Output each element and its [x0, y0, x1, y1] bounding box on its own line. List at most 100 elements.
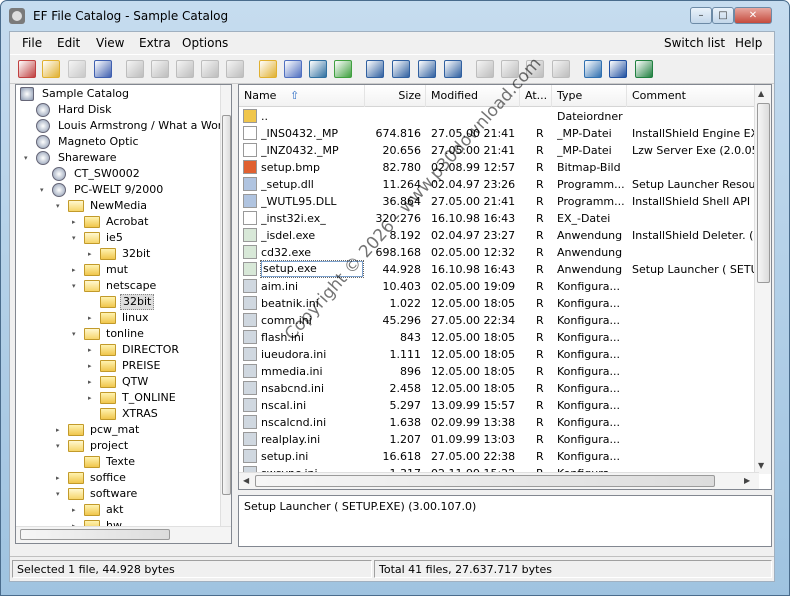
file-row[interactable]: setup.exe 44.928 16.10.98 16:43 R Anwendung S…	[239, 260, 759, 278]
properties-icon[interactable]	[584, 60, 602, 78]
list-horizontal-scrollbar[interactable]: ◀ ▶	[239, 472, 759, 489]
expand-toggle-icon[interactable]: ▸	[56, 475, 63, 482]
tree-node[interactable]: ▸ soffice	[16, 470, 221, 486]
file-row[interactable]: iueudora.ini 1.111 12.05.00 18:05 R Konfigur…	[239, 346, 759, 363]
title-bar[interactable]: EF File Catalog - Sample Catalog – □ ✕	[1, 1, 789, 31]
folder-tree[interactable]: ▸hw▸akt▾software▸sofficeTexte▾project▸pc…	[15, 84, 232, 544]
tree-horizontal-scrollbar[interactable]	[16, 526, 231, 543]
column-header-0[interactable]: Name ⇧	[239, 85, 365, 107]
tree-node[interactable]: ▸ QTW	[16, 374, 221, 390]
minimize-button[interactable]: –	[690, 7, 712, 24]
expand-toggle-icon[interactable]: ▸	[88, 379, 95, 386]
column-header-2[interactable]: Modified	[426, 85, 520, 107]
column-header-5[interactable]: Comment	[627, 85, 759, 107]
menu-edit[interactable]: Edit	[57, 36, 80, 50]
menu-extra[interactable]: Extra	[139, 36, 171, 50]
file-row[interactable]: _inst32i.ex_ 320.276 16.10.98 16:43 R EX_-Da…	[239, 210, 759, 227]
file-row[interactable]: cd32.exe 698.168 02.05.00 12:32 R Anwendung	[239, 244, 759, 261]
new-catalog-icon[interactable]	[18, 60, 36, 78]
scroll-up-arrow[interactable]: ▲	[758, 89, 764, 98]
tree-node[interactable]: ▸ mut	[16, 262, 221, 278]
column-header-3[interactable]: At...	[520, 85, 552, 107]
tree-node[interactable]: ▸ DIRECTOR	[16, 342, 221, 358]
save-icon[interactable]	[68, 60, 86, 78]
tree-node[interactable]: Louis Armstrong / What a Wonde	[16, 118, 231, 134]
export-icon[interactable]	[609, 60, 627, 78]
add-disk-icon[interactable]	[126, 60, 144, 78]
tree-node[interactable]: ▸ Acrobat	[16, 214, 221, 230]
report-icon[interactable]	[418, 60, 436, 78]
open-icon[interactable]	[42, 60, 60, 78]
tree-node[interactable]: ▾ NewMedia	[16, 198, 221, 214]
edit-disk-icon[interactable]	[151, 60, 169, 78]
column-header-1[interactable]: Size	[365, 85, 426, 107]
file-row[interactable]: mmedia.ini 896 12.05.00 18:05 R Konfigura...	[239, 363, 759, 380]
expand-toggle-icon[interactable]: ▸	[72, 267, 79, 274]
copy-icon[interactable]	[526, 60, 544, 78]
file-row[interactable]: _INS0432._MP 674.816 27.05.00 21:41 R _MP-Da…	[239, 125, 759, 142]
tree-node[interactable]: 32bit	[16, 294, 221, 310]
list-vertical-scrollbar[interactable]: ▲ ▼	[754, 85, 771, 474]
scroll-right-arrow[interactable]: ▶	[744, 476, 750, 485]
file-row[interactable]: realplay.ini 1.207 01.09.99 13:03 R Konfigur…	[239, 431, 759, 448]
collapse-toggle-icon[interactable]: ▾	[72, 331, 79, 338]
file-row[interactable]: nscalcnd.ini 1.638 02.09.99 13:38 R Konfigur…	[239, 414, 759, 431]
menu-help[interactable]: Help	[735, 36, 762, 50]
file-row[interactable]: _isdel.exe 8.192 02.04.97 23:27 R Anwendung I…	[239, 227, 759, 244]
tree-node[interactable]: ▸ akt	[16, 502, 221, 518]
tree-node[interactable]: Hard Disk	[16, 102, 221, 118]
tree-vertical-scrollbar[interactable]	[220, 85, 231, 526]
tree-node[interactable]: ▸ linux	[16, 310, 221, 326]
expand-toggle-icon[interactable]: ▸	[88, 315, 95, 322]
tree-node[interactable]: ▸ pcw_mat	[16, 422, 221, 438]
collapse-toggle-icon[interactable]: ▾	[56, 203, 63, 210]
remove-icon[interactable]	[201, 60, 219, 78]
tree-node[interactable]: CT_SW0002	[16, 166, 221, 182]
print-icon[interactable]	[635, 60, 653, 78]
close-button[interactable]: ✕	[734, 7, 772, 24]
expand-toggle-icon[interactable]: ▸	[56, 427, 63, 434]
expand-toggle-icon[interactable]: ▸	[72, 507, 79, 514]
tree-node[interactable]: ▸ 32bit	[16, 246, 221, 262]
collapse-toggle-icon[interactable]: ▾	[56, 491, 63, 498]
file-row[interactable]: nsabcnd.ini 2.458 12.05.00 18:05 R Konfigura…	[239, 380, 759, 397]
file-row[interactable]: _setup.dll 11.264 02.04.97 23:26 R Programm.…	[239, 176, 759, 193]
paste-icon[interactable]	[552, 60, 570, 78]
edit-comment-icon[interactable]	[309, 60, 327, 78]
list-hscroll-thumb[interactable]	[255, 475, 715, 487]
folder-props-icon[interactable]	[284, 60, 302, 78]
file-row[interactable]: flash.ini 843 12.05.00 18:05 R Konfigura...	[239, 329, 759, 346]
expand-toggle-icon[interactable]: ▸	[88, 363, 95, 370]
file-row[interactable]: .. Dateiordner	[239, 108, 759, 125]
menu-switch-list[interactable]: Switch list	[664, 36, 725, 50]
collapse-toggle-icon[interactable]: ▾	[72, 235, 79, 242]
tree-node[interactable]: ▾ netscape	[16, 278, 221, 294]
file-row[interactable]: aim.ini 10.403 02.05.00 19:09 R Konfigura...	[239, 278, 759, 295]
column-header-4[interactable]: Type	[552, 85, 627, 107]
maximize-button[interactable]: □	[712, 7, 734, 24]
tree-node[interactable]: ▾ tonline	[16, 326, 221, 342]
collapse-toggle-icon[interactable]: ▾	[40, 187, 47, 194]
view-icon[interactable]	[392, 60, 410, 78]
expand-toggle-icon[interactable]: ▸	[88, 395, 95, 402]
scroll-left-arrow[interactable]: ◀	[243, 476, 249, 485]
new-folder-icon[interactable]	[259, 60, 277, 78]
copy-list-icon[interactable]	[444, 60, 462, 78]
file-row[interactable]: comm.ini 45.296 27.05.00 22:34 R Konfigura..…	[239, 312, 759, 329]
undo-icon[interactable]	[476, 60, 494, 78]
tree-node[interactable]: ▸ PREISE	[16, 358, 221, 374]
tree-hscroll-thumb[interactable]	[20, 529, 170, 540]
tree-node[interactable]: Sample Catalog	[16, 86, 221, 102]
rename-icon[interactable]	[226, 60, 244, 78]
expand-toggle-icon[interactable]: ▸	[88, 251, 95, 258]
find-icon[interactable]	[366, 60, 384, 78]
file-row[interactable]: _WUTL95.DLL 36.864 27.05.00 21:41 R Programm…	[239, 193, 759, 210]
collapse-toggle-icon[interactable]: ▾	[72, 283, 79, 290]
file-row[interactable]: beatnik.ini 1.022 12.05.00 18:05 R Konfigura…	[239, 295, 759, 312]
menu-view[interactable]: View	[96, 36, 124, 50]
file-row[interactable]: setup.ini 16.618 27.05.00 22:38 R Konfigura.…	[239, 448, 759, 465]
tree-node[interactable]: Magneto Optic	[16, 134, 221, 150]
file-row[interactable]: setup.bmp 82.780 02.08.99 12:57 R Bitmap-Bil…	[239, 159, 759, 176]
delete-disk-icon[interactable]	[176, 60, 194, 78]
save-all-icon[interactable]	[94, 60, 112, 78]
